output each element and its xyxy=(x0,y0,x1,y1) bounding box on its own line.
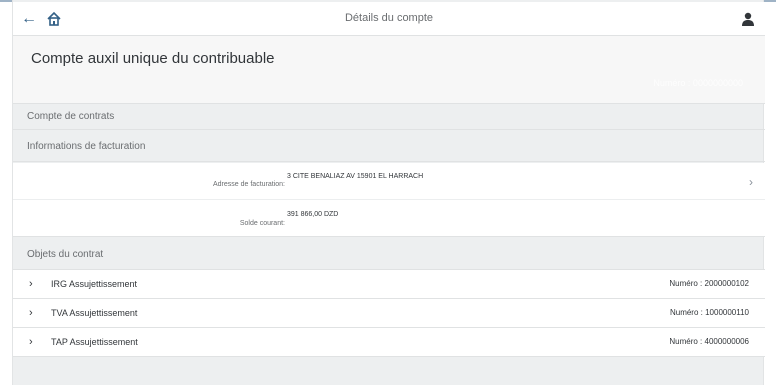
billing-address-label: Adresse de facturation: xyxy=(213,181,285,188)
chevron-right-icon[interactable]: › xyxy=(29,307,33,319)
contract-object-number: Numéro : 4000000006 xyxy=(669,337,749,346)
shell-title: Détails du compte xyxy=(344,12,434,24)
contract-objects-list: › IRG Assujettissement Numéro : 20000001… xyxy=(13,270,765,357)
section-title-contract-objects: Objets du contrat xyxy=(13,240,765,270)
list-item[interactable]: › TAP Assujettissement Numéro : 40000000… xyxy=(13,328,765,357)
chevron-right-icon[interactable]: › xyxy=(29,336,33,348)
contract-object-number: Numéro : 1000000110 xyxy=(669,308,749,317)
balance-label: Solde courant: xyxy=(239,220,285,227)
page-title: Compte auxil unique du contribuable xyxy=(31,50,275,67)
billing-address-value: 3 CITE BENALIAZ AV 15901 EL HARRACH xyxy=(287,173,424,180)
billing-address-row[interactable]: Adresse de facturation: 3 CITE BENALIAZ … xyxy=(13,163,765,200)
app-frame: ← Détails du compte Compte auxil unique … xyxy=(12,0,765,385)
balance-value: 391 866,00 DZD xyxy=(287,211,339,218)
object-header: Compte auxil unique du contribuable Numé… xyxy=(13,36,765,104)
balance-row: Solde courant: 391 866,00 DZD xyxy=(13,200,765,237)
chevron-right-icon[interactable]: › xyxy=(29,278,33,290)
list-item[interactable]: › TVA Assujettissement Numéro : 10000001… xyxy=(13,299,765,328)
contract-object-label: TAP Assujettissement xyxy=(51,337,138,347)
list-item[interactable]: › IRG Assujettissement Numéro : 20000001… xyxy=(13,270,765,299)
user-menu-button[interactable] xyxy=(741,11,755,27)
user-icon xyxy=(742,12,754,26)
shell-bar: ← Détails du compte xyxy=(13,2,765,36)
billing-panel: Adresse de facturation: 3 CITE BENALIAZ … xyxy=(13,163,765,237)
section-title-contract-accounts: Compte de contrats xyxy=(13,104,765,130)
contract-object-label: IRG Assujettissement xyxy=(51,279,138,289)
header-attribute: Numéro : 0000000000 xyxy=(653,78,743,88)
contract-object-number: Numéro : 2000000102 xyxy=(669,279,749,288)
chevron-right-icon: › xyxy=(749,175,753,189)
section-title-billing-info: Informations de facturation xyxy=(13,132,765,162)
contract-object-label: TVA Assujettissement xyxy=(51,308,138,318)
